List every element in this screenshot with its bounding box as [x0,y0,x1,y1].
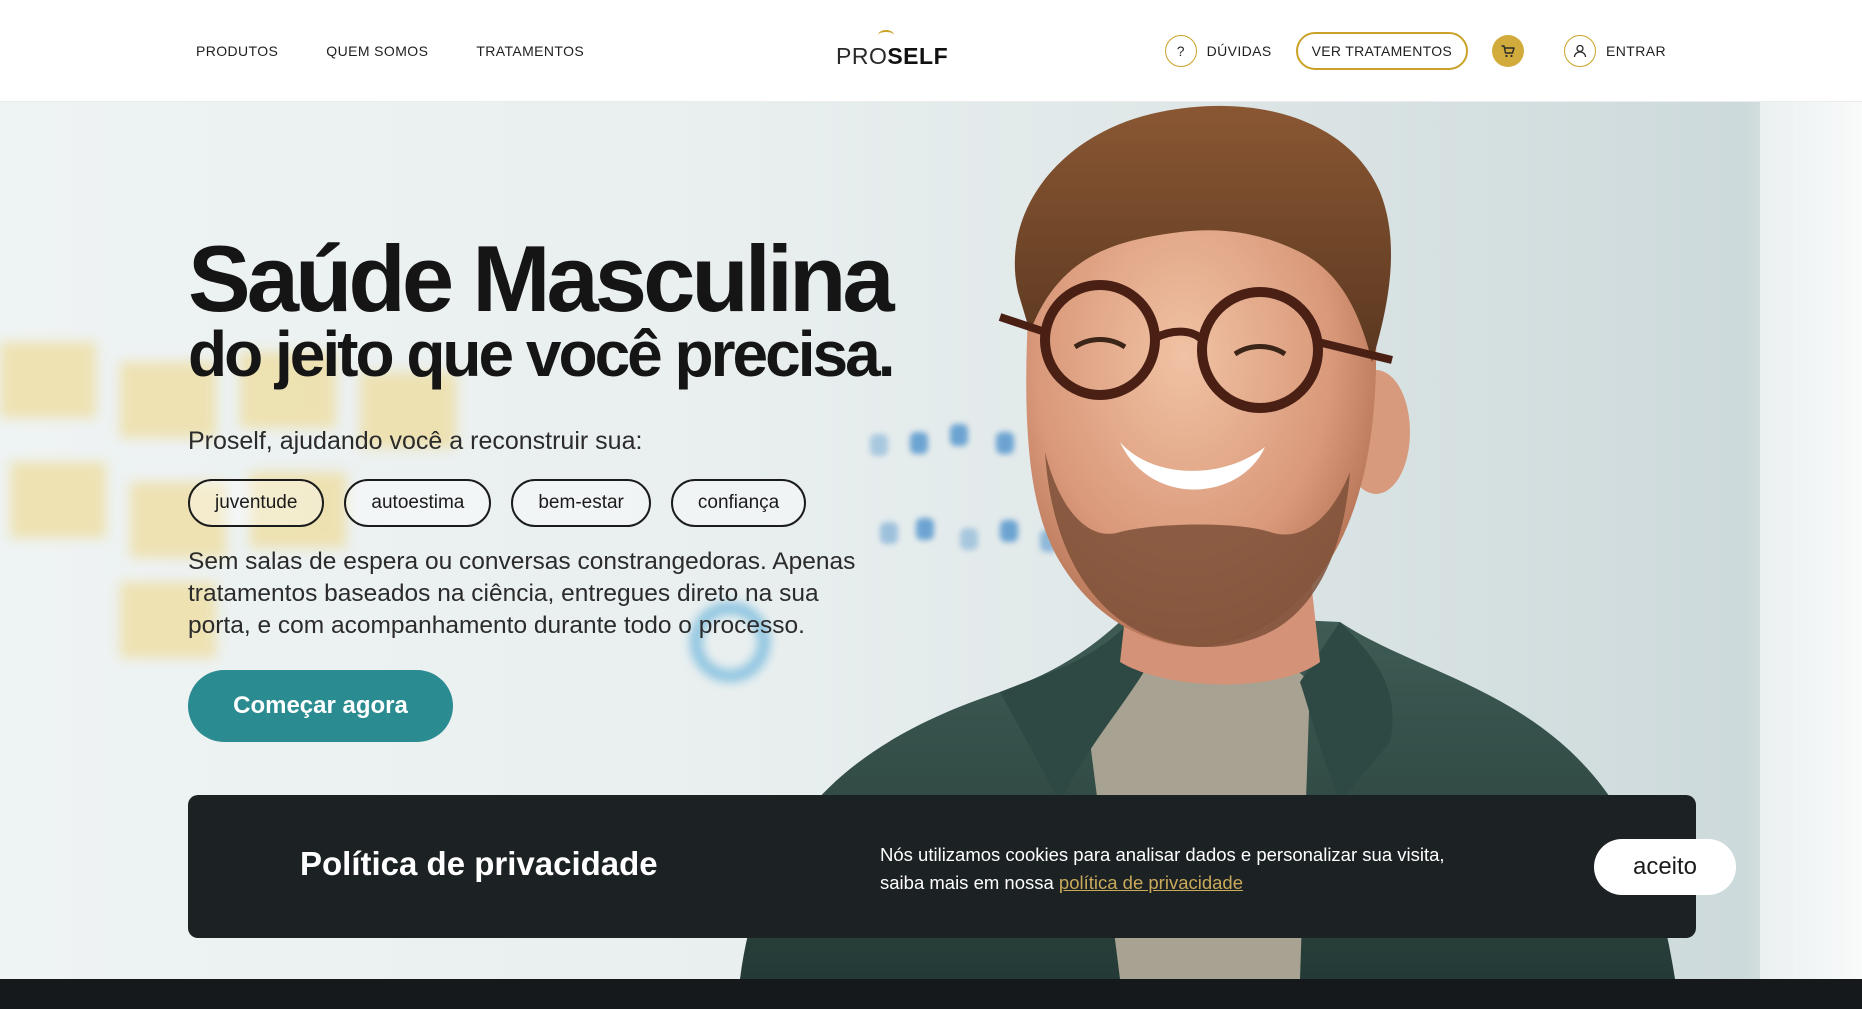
start-now-button[interactable]: Começar agora [188,670,453,742]
logo-arc [878,30,894,40]
proself-logo[interactable]: PRO SELF [836,30,949,70]
header-actions: ? DÚVIDAS VER TRATAMENTOS ENTRAR [1164,0,1666,102]
tag-confianca: confiança [670,479,807,527]
privacy-policy-link[interactable]: política de privacidade [1059,872,1243,893]
tag-juventude: juventude [188,479,325,527]
benefit-tags: juventude autoestima bem-estar confiança [188,479,807,527]
nav-tratamentos[interactable]: TRATAMENTOS [476,43,584,59]
hero-subtitle: do jeito que você precisa. [188,318,895,390]
hero-description: Sem salas de espera ou conversas constra… [188,548,856,639]
hero-title: Saúde Masculina [188,226,895,331]
main-nav: PRODUTOS QUEM SOMOS TRATAMENTOS [196,0,584,102]
tag-bem-estar: bem-estar [511,479,651,527]
site-header: PRODUTOS QUEM SOMOS TRATAMENTOS PRO SELF … [0,0,1862,102]
cart-icon [1501,45,1515,58]
hero-tagline: Proself, ajudando você a reconstruir sua… [188,427,643,455]
cookie-message: Nós utilizamos cookies para analisar dad… [880,841,1450,897]
question-icon: ? [1164,35,1197,67]
cart-button[interactable] [1492,35,1525,67]
tag-autoestima: autoestima [344,479,492,527]
cookie-banner: Política de privacidade Nós utilizamos c… [188,795,1736,938]
cookie-title: Política de privacidade [300,845,658,882]
user-icon [1564,35,1597,67]
login-link[interactable]: ENTRAR [1564,35,1666,67]
logo-text-self: SELF [887,43,949,69]
login-label: ENTRAR [1606,43,1666,59]
background-window-light [1742,102,1862,979]
view-treatments-button[interactable]: VER TRATAMENTOS [1295,32,1469,70]
nav-produtos[interactable]: PRODUTOS [196,43,278,59]
logo-text-pro: PRO [836,43,888,69]
help-link[interactable]: ? DÚVIDAS [1164,35,1272,67]
cookie-accept-button[interactable]: aceito [1594,839,1736,895]
footer-strip [0,979,1862,1009]
nav-quem-somos[interactable]: QUEM SOMOS [326,43,428,59]
help-label: DÚVIDAS [1206,43,1272,59]
